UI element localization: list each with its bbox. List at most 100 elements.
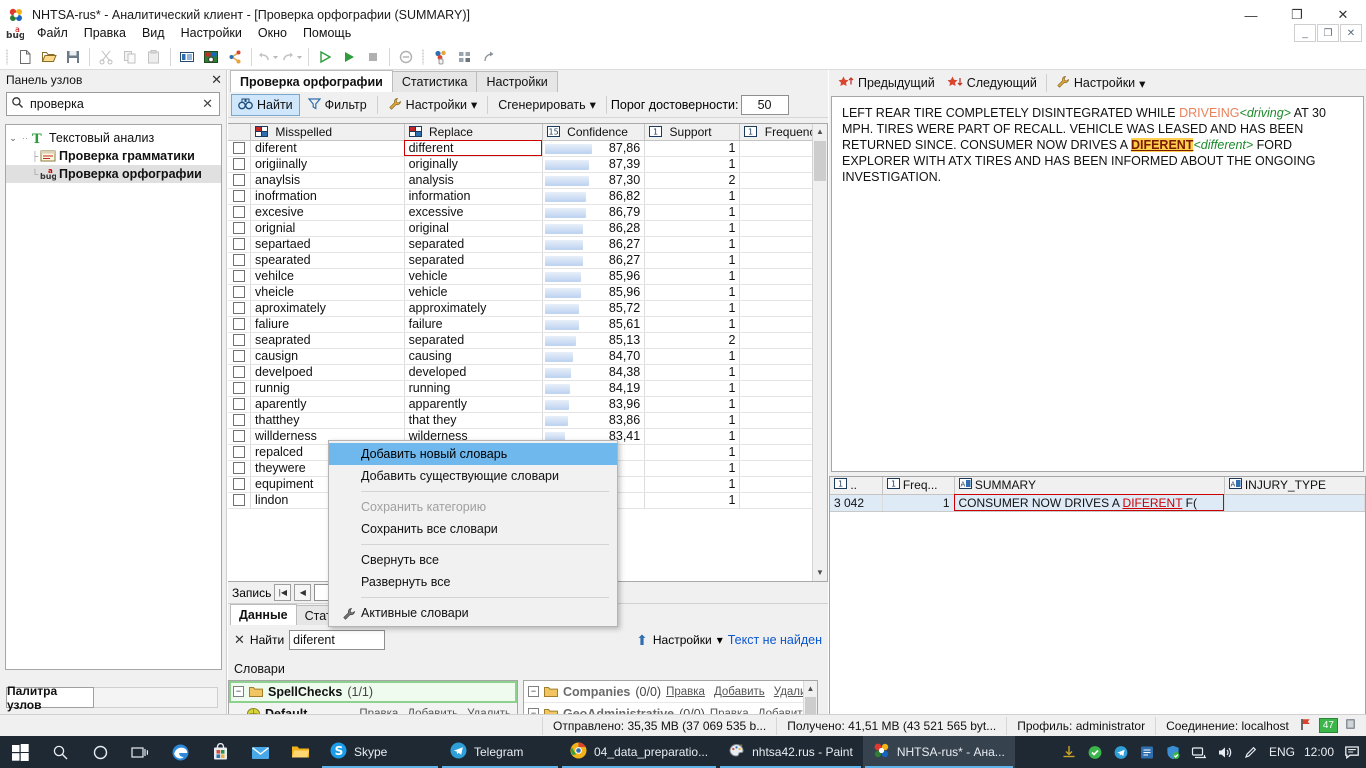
checkbox-icon[interactable] <box>233 302 245 314</box>
menu-item-edit[interactable]: Правка <box>76 24 134 42</box>
row-checkbox[interactable] <box>228 252 251 268</box>
open-folder-icon[interactable] <box>37 46 61 68</box>
table-row[interactable]: develpoeddeveloped84,3811 <box>228 364 827 380</box>
table-row[interactable]: separtaedseparated86,2711 <box>228 236 827 252</box>
table-row[interactable]: origiinallyoriginally87,3911 <box>228 156 827 172</box>
checkbox-icon[interactable] <box>233 366 245 378</box>
paste-icon[interactable] <box>142 46 166 68</box>
pen-icon[interactable] <box>1243 744 1260 761</box>
prev-record-button[interactable]: ◀ <box>294 584 311 601</box>
edge-icon[interactable] <box>160 736 200 768</box>
column-header-injury-type[interactable]: A INJURY_TYPE <box>1224 477 1365 494</box>
export-icon[interactable] <box>477 46 501 68</box>
checkbox-icon[interactable] <box>233 430 245 442</box>
image-node-icon[interactable] <box>199 46 223 68</box>
tree-node-text-analysis[interactable]: ⌄ ·· T Текстовый анализ <box>6 129 221 147</box>
find-button[interactable]: Найти <box>231 94 300 116</box>
column-header-id[interactable]: 1 .. <box>830 477 882 494</box>
grid-node-icon[interactable] <box>453 46 477 68</box>
checkbox-icon[interactable] <box>233 158 245 170</box>
taskbar-app-chrome[interactable]: 04_data_preparatio... <box>560 736 718 768</box>
column-header-misspelled[interactable]: Misspelled <box>251 124 405 140</box>
toolbar-grip-2[interactable] <box>420 48 427 66</box>
checkbox-icon[interactable] <box>233 190 245 202</box>
row-checkbox[interactable] <box>228 476 251 492</box>
stop-icon[interactable] <box>361 46 385 68</box>
table-row[interactable]: causigncausing84,7011 <box>228 348 827 364</box>
filter-button[interactable]: Фильтр <box>302 94 373 116</box>
start-icon[interactable] <box>0 736 40 768</box>
context-menu-item[interactable]: Свернуть все <box>329 549 617 571</box>
row-checkbox[interactable] <box>228 444 251 460</box>
scroll-up-icon[interactable]: ▲ <box>804 681 817 696</box>
dictionary-find-input[interactable] <box>289 630 385 650</box>
menu-item-help[interactable]: Помощь <box>295 24 359 42</box>
menu-item-view[interactable]: Вид <box>134 24 173 42</box>
checkbox-icon[interactable] <box>233 142 245 154</box>
taskbar-language[interactable]: ENG <box>1269 745 1295 759</box>
node-search-box[interactable]: ✕ <box>6 92 220 116</box>
tab-spellcheck[interactable]: Проверка орфографии <box>230 70 393 92</box>
row-checkbox[interactable] <box>228 332 251 348</box>
select-all-header[interactable] <box>228 124 251 140</box>
generate-dropdown-button[interactable]: Сгенерировать ▾ <box>492 94 602 116</box>
mdi-minimize-button[interactable]: _ <box>1294 24 1316 42</box>
run-step-icon[interactable] <box>313 46 337 68</box>
table-row[interactable]: thattheythat they83,8611 <box>228 412 827 428</box>
task-view-icon[interactable] <box>120 736 160 768</box>
table-row[interactable]: vheiclevehicle85,9611 <box>228 284 827 300</box>
properties-icon[interactable] <box>175 46 199 68</box>
checkbox-icon[interactable] <box>233 254 245 266</box>
table-row[interactable]: excesiveexcessive86,7911 <box>228 204 827 220</box>
context-menu-item[interactable]: Сохранить все словари <box>329 518 617 540</box>
find-up-icon[interactable]: ⬆ <box>636 632 648 649</box>
search-icon[interactable] <box>40 736 80 768</box>
tab-settings[interactable]: Настройки <box>476 71 557 92</box>
row-checkbox[interactable] <box>228 428 251 444</box>
table-row[interactable]: anaylsisanalysis87,3022 <box>228 172 827 188</box>
table-row[interactable]: seapratedseparated85,1322 <box>228 332 827 348</box>
find-settings-label[interactable]: Настройки <box>653 633 712 647</box>
checkbox-icon[interactable] <box>233 462 245 474</box>
table-row[interactable]: orignialoriginal86,2811 <box>228 220 827 236</box>
checkbox-icon[interactable] <box>233 174 245 186</box>
row-checkbox[interactable] <box>228 220 251 236</box>
row-checkbox[interactable] <box>228 412 251 428</box>
context-menu-item[interactable]: Активные словари <box>329 602 617 624</box>
table-row[interactable]: aproximatelyapproximately85,7211 <box>228 300 827 316</box>
menu-item-window[interactable]: Окно <box>250 24 295 42</box>
new-document-icon[interactable] <box>13 46 37 68</box>
column-header-summary[interactable]: A SUMMARY <box>954 477 1224 494</box>
expand-toggle-icon[interactable]: − <box>233 686 244 697</box>
run-all-icon[interactable] <box>337 46 361 68</box>
store-icon[interactable] <box>200 736 240 768</box>
chevron-down-icon[interactable]: ▾ <box>1139 76 1145 91</box>
row-checkbox[interactable] <box>228 172 251 188</box>
next-match-button[interactable]: Следующий <box>942 73 1042 93</box>
row-checkbox[interactable] <box>228 460 251 476</box>
checkbox-icon[interactable] <box>233 446 245 458</box>
mail-icon[interactable] <box>240 736 280 768</box>
palette-tab[interactable]: Палитра узлов <box>6 687 94 708</box>
table-row[interactable]: diferentdifferent87,8611 <box>228 140 827 156</box>
chevron-down-icon[interactable]: ⌄ <box>6 133 20 144</box>
dictionary-row[interactable]: −Companies(0/0)ПравкаДобавитьУдалить <box>524 681 817 703</box>
row-checkbox[interactable] <box>228 236 251 252</box>
row-checkbox[interactable] <box>228 396 251 412</box>
checkbox-icon[interactable] <box>233 494 245 506</box>
menu-item-settings[interactable]: Настройки <box>173 24 250 42</box>
dictionary-action-link[interactable]: Добавить <box>714 686 765 698</box>
expand-toggle-icon[interactable]: − <box>528 686 539 697</box>
document-text-view[interactable]: LEFT REAR TIRE COMPLETELY DISINTEGRATED … <box>831 96 1364 472</box>
column-header-freq[interactable]: 1 Freq... <box>882 477 954 494</box>
undo-icon[interactable] <box>256 46 280 68</box>
cortana-icon[interactable] <box>80 736 120 768</box>
palette-node-icon[interactable] <box>429 46 453 68</box>
node-search-input[interactable] <box>28 96 196 112</box>
row-checkbox[interactable] <box>228 364 251 380</box>
table-row[interactable]: faliurefailure85,6111 <box>228 316 827 332</box>
save-icon[interactable] <box>61 46 85 68</box>
chevron-down-icon[interactable]: ▾ <box>590 97 596 112</box>
checkbox-icon[interactable] <box>233 398 245 410</box>
close-icon[interactable]: ✕ <box>211 72 222 88</box>
